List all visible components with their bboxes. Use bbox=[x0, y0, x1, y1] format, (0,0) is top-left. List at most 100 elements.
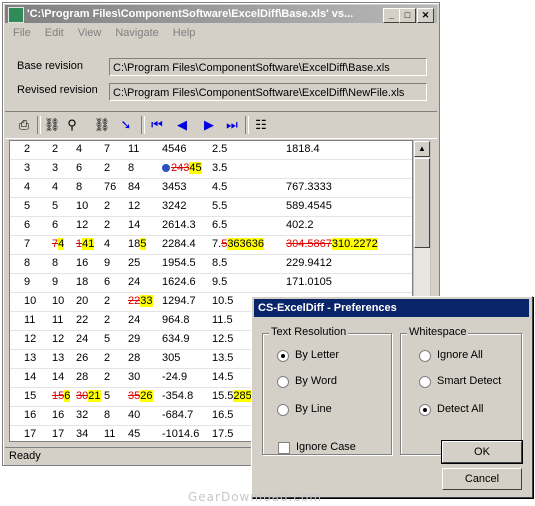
table-cell[interactable]: 11 bbox=[104, 425, 115, 441]
table-cell[interactable]: 3 bbox=[24, 159, 30, 178]
menu-view[interactable]: View bbox=[70, 25, 108, 39]
maximize-button[interactable]: □ bbox=[399, 8, 416, 23]
table-cell[interactable]: 4 bbox=[24, 178, 30, 197]
ignore-all-radio[interactable] bbox=[419, 350, 431, 362]
table-cell[interactable]: 15 bbox=[24, 387, 36, 406]
table-cell[interactable]: 3526 bbox=[128, 387, 153, 406]
table-cell[interactable]: 402.2 bbox=[286, 216, 314, 235]
detect-all-label[interactable]: Detect All bbox=[437, 403, 483, 415]
table-cell[interactable]: 4.5 bbox=[212, 178, 227, 197]
table-cell[interactable]: 2 bbox=[24, 141, 30, 159]
table-cell[interactable]: 7.5363636 bbox=[212, 235, 265, 254]
table-cell[interactable]: 11 bbox=[128, 141, 139, 159]
table-cell[interactable]: 76 bbox=[104, 178, 116, 197]
table-cell[interactable]: 2233 bbox=[128, 292, 153, 311]
table-cell[interactable]: 25 bbox=[128, 254, 140, 273]
table-cell[interactable]: 30 bbox=[128, 368, 140, 387]
table-cell[interactable]: 964.8 bbox=[162, 311, 190, 330]
table-cell[interactable]: 767.3333 bbox=[286, 178, 332, 197]
table-cell[interactable]: 18 bbox=[76, 273, 88, 292]
last-diff-icon[interactable]: ⏭ bbox=[223, 116, 241, 134]
smart-detect-label[interactable]: Smart Detect bbox=[437, 375, 501, 387]
title-bar[interactable]: 'C:\Program Files\ComponentSoftware\Exce… bbox=[5, 5, 437, 23]
table-cell[interactable]: 17 bbox=[24, 425, 36, 441]
find-prev-icon[interactable]: ⛓ bbox=[93, 116, 111, 134]
table-cell[interactable]: 8 bbox=[76, 178, 82, 197]
prev-diff-icon[interactable]: ◀ bbox=[173, 116, 191, 134]
smart-detect-radio[interactable] bbox=[419, 376, 431, 388]
table-cell[interactable]: 5 bbox=[24, 197, 30, 216]
by-line-radio[interactable] bbox=[277, 404, 289, 416]
close-button[interactable]: ✕ bbox=[417, 8, 434, 23]
table-cell[interactable]: 5 bbox=[52, 197, 58, 216]
table-cell[interactable]: 5 bbox=[104, 387, 110, 406]
table-cell[interactable]: 2 bbox=[104, 159, 110, 178]
table-cell[interactable]: 4 bbox=[76, 141, 82, 159]
table-cell[interactable]: 2 bbox=[52, 141, 58, 159]
table-row[interactable]: 7 74 141 4 185 2284.4 7.5363636 304.5867310.227… bbox=[10, 235, 412, 255]
cancel-button[interactable]: Cancel bbox=[442, 468, 522, 490]
table-row[interactable]: 4 4 8 76 84 3453 4.5 767.3333 bbox=[10, 178, 412, 198]
menu-help[interactable]: Help bbox=[165, 25, 202, 39]
table-cell[interactable]: 12 bbox=[76, 216, 88, 235]
by-word-label[interactable]: By Word bbox=[295, 375, 337, 387]
table-cell[interactable]: 16 bbox=[24, 406, 36, 425]
table-cell[interactable]: 11 bbox=[24, 311, 35, 330]
table-cell[interactable]: -354.8 bbox=[162, 387, 193, 406]
table-cell[interactable]: 9.5 bbox=[212, 273, 227, 292]
table-cell[interactable]: 17 bbox=[52, 425, 64, 441]
table-cell[interactable]: 8.5 bbox=[212, 254, 227, 273]
table-cell[interactable]: 6 bbox=[52, 216, 58, 235]
first-diff-icon[interactable]: ⏮ bbox=[148, 116, 166, 134]
table-cell[interactable]: 6 bbox=[76, 159, 82, 178]
table-row[interactable]: 2 2 4 7 11 4546 2.5 1818.4 bbox=[10, 141, 412, 160]
table-cell[interactable]: -24.9 bbox=[162, 368, 187, 387]
table-cell[interactable]: 26 bbox=[76, 349, 88, 368]
table-cell[interactable]: 16.5 bbox=[212, 406, 233, 425]
table-cell[interactable]: 74 bbox=[52, 235, 65, 254]
table-cell[interactable]: 2 bbox=[104, 349, 110, 368]
table-cell[interactable]: 12 bbox=[52, 330, 64, 349]
table-cell[interactable]: 4546 bbox=[162, 141, 186, 159]
table-row[interactable]: 6 6 12 2 14 2614.3 6.5 402.2 bbox=[10, 216, 412, 236]
table-cell[interactable]: 7 bbox=[104, 141, 110, 159]
table-cell[interactable]: 28 bbox=[128, 349, 140, 368]
by-line-label[interactable]: By Line bbox=[295, 403, 332, 415]
base-revision-field[interactable]: C:\Program Files\ComponentSoftware\Excel… bbox=[109, 58, 427, 76]
table-cell[interactable]: 229.9412 bbox=[286, 254, 332, 273]
next-diff-icon[interactable]: ▶ bbox=[200, 116, 218, 134]
revised-revision-field[interactable]: C:\Program Files\ComponentSoftware\Excel… bbox=[109, 83, 427, 101]
menu-file[interactable]: File bbox=[5, 25, 37, 39]
table-cell[interactable]: 156 bbox=[52, 387, 71, 406]
table-cell[interactable]: 14 bbox=[24, 368, 36, 387]
table-cell[interactable]: 4 bbox=[52, 178, 58, 197]
preferences-icon[interactable]: ☷ bbox=[252, 116, 270, 134]
table-cell[interactable]: 8 bbox=[24, 254, 30, 273]
table-cell[interactable]: 14 bbox=[52, 368, 64, 387]
table-cell[interactable]: 40 bbox=[128, 406, 140, 425]
table-cell[interactable]: 17.5 bbox=[212, 425, 233, 441]
menu-navigate[interactable]: Navigate bbox=[107, 25, 164, 39]
table-cell[interactable]: 10 bbox=[76, 197, 88, 216]
table-cell[interactable]: 9 bbox=[104, 254, 110, 273]
table-cell[interactable]: 10 bbox=[52, 292, 64, 311]
table-row[interactable]: 9 9 18 6 24 1624.6 9.5 171.0105 bbox=[10, 273, 412, 293]
table-cell[interactable]: 24345 bbox=[162, 159, 202, 178]
table-row[interactable]: 3 3 6 2 8 24345 3.5 bbox=[10, 159, 412, 179]
table-cell[interactable]: 5 bbox=[104, 330, 110, 349]
table-cell[interactable]: 634.9 bbox=[162, 330, 190, 349]
table-cell[interactable]: 305 bbox=[162, 349, 180, 368]
table-cell[interactable]: 13 bbox=[24, 349, 36, 368]
table-cell[interactable]: 1294.7 bbox=[162, 292, 196, 311]
table-cell[interactable]: 14 bbox=[128, 216, 140, 235]
table-cell[interactable]: 141 bbox=[76, 235, 95, 254]
table-cell[interactable]: 24 bbox=[76, 330, 88, 349]
minimize-button[interactable]: _ bbox=[383, 8, 400, 23]
table-cell[interactable]: 1624.6 bbox=[162, 273, 196, 292]
table-cell[interactable]: 3242 bbox=[162, 197, 186, 216]
table-cell[interactable]: 22 bbox=[76, 311, 88, 330]
table-cell[interactable]: 10 bbox=[24, 292, 36, 311]
table-cell[interactable]: 28 bbox=[76, 368, 88, 387]
by-letter-label[interactable]: By Letter bbox=[295, 349, 339, 361]
table-cell[interactable]: 15.5285 bbox=[212, 387, 252, 406]
